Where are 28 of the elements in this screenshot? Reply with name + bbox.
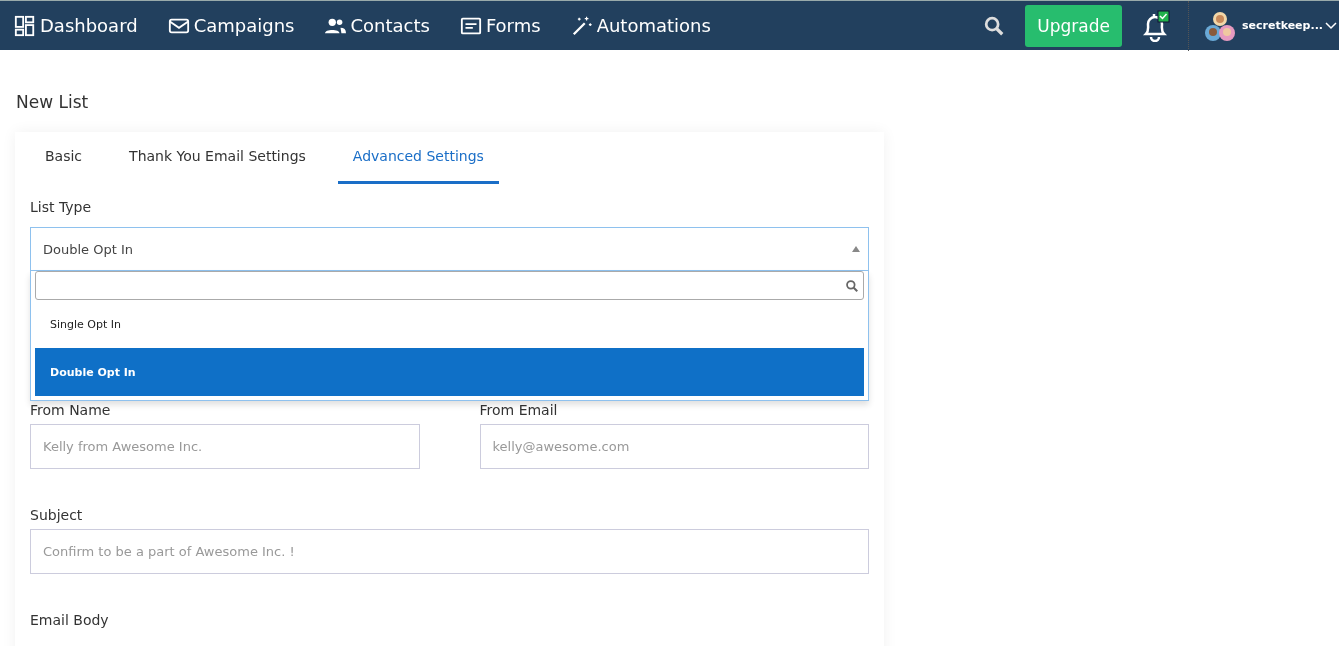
list-type-select[interactable]: Double Opt In xyxy=(30,227,869,271)
magic-wand-icon xyxy=(570,14,593,37)
dropdown-option[interactable]: Double Opt In xyxy=(35,348,864,396)
field-label: Subject xyxy=(30,507,84,523)
from-name-field[interactable]: Kelly from Awesome Inc. xyxy=(30,424,420,469)
avatar-icon xyxy=(1203,9,1236,42)
grid-icon xyxy=(14,14,36,37)
page-title: New List xyxy=(16,92,90,112)
subject-field[interactable]: Confirm to be a part of Awesome Inc. ! xyxy=(30,529,869,574)
caret-icon xyxy=(852,246,860,252)
nav-link[interactable]: Dashboard xyxy=(14,14,138,37)
from-email-field[interactable]: kelly@awesome.com xyxy=(479,424,869,469)
search-icon[interactable] xyxy=(983,14,1006,37)
tab[interactable]: Basic xyxy=(30,132,98,184)
nav-link[interactable]: Contacts xyxy=(324,14,430,37)
field-label: From Name xyxy=(30,402,112,418)
chevron-icon xyxy=(1325,21,1337,30)
search-icon xyxy=(845,278,859,293)
field-label: List Type xyxy=(30,199,93,215)
user-menu[interactable]: secretkeep... xyxy=(1241,19,1337,32)
nav-link[interactable]: Automations xyxy=(570,14,711,37)
nav-link[interactable]: Forms xyxy=(459,14,541,37)
tab[interactable]: Advanced Settings xyxy=(337,132,499,184)
field-label: Email Body xyxy=(30,612,110,628)
dropdown-search-field[interactable] xyxy=(35,271,864,300)
nav-link[interactable]: Campaigns xyxy=(167,14,295,37)
tab[interactable]: Thank You Email Settings xyxy=(114,132,321,184)
field-label: From Email xyxy=(479,402,559,418)
